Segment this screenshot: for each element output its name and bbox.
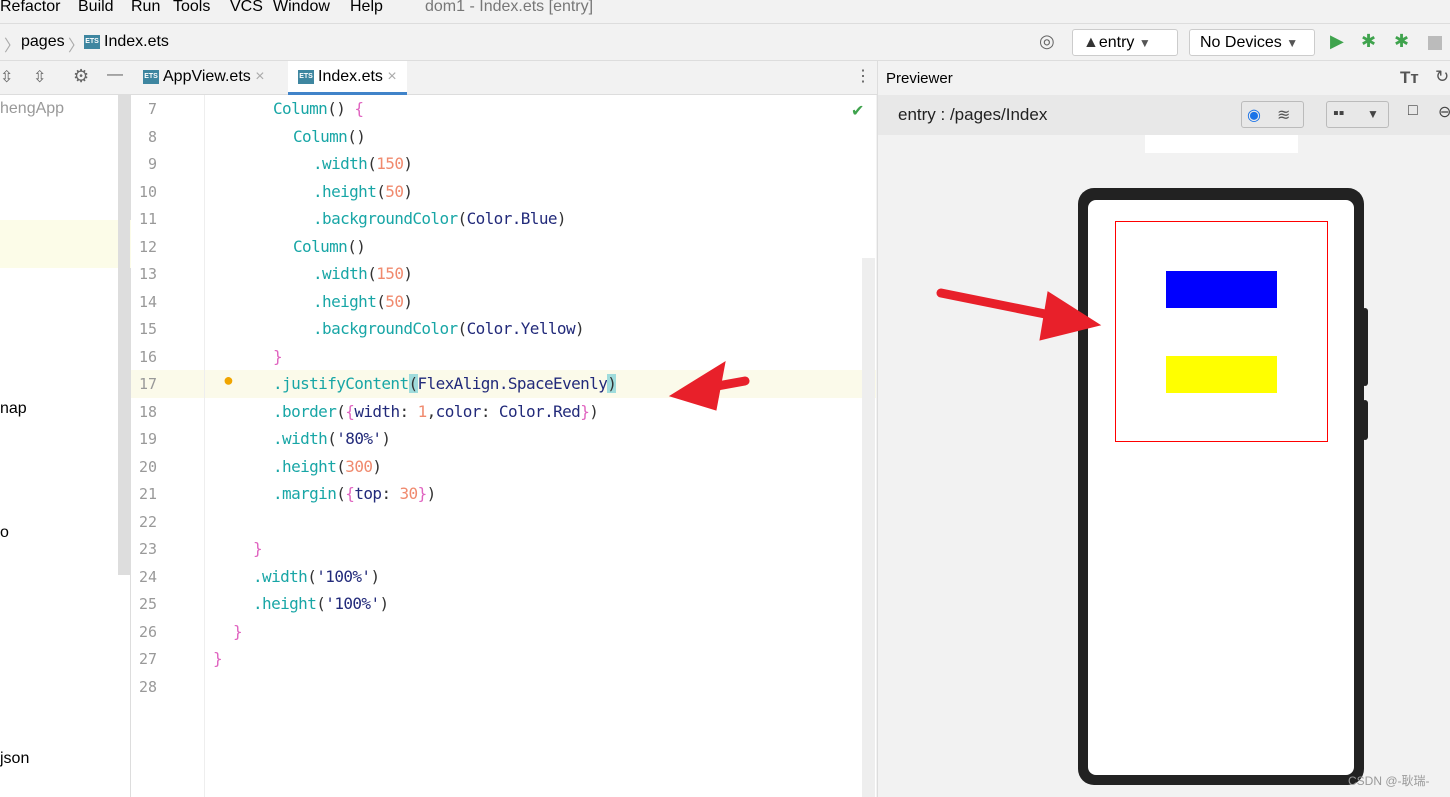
arrow-annotation-preview [936, 288, 1102, 341]
watermark: CSDN @-耿瑞- [1348, 774, 1430, 788]
arrow-annotation-code [668, 360, 750, 411]
annotation-arrows [668, 288, 1102, 411]
